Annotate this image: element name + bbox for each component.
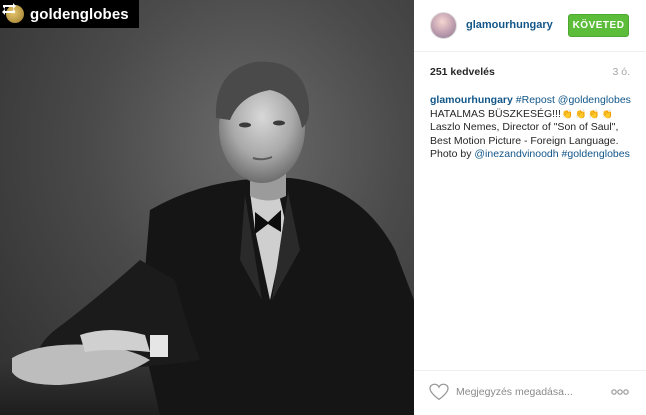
clap-emoji: 👏 [588, 108, 600, 119]
likes-count[interactable]: 251 kedvelés [430, 66, 495, 78]
mention-goldenglobes[interactable]: @goldenglobes [558, 94, 631, 106]
comment-input[interactable] [456, 383, 606, 401]
clap-emoji: 👏 [601, 108, 613, 119]
badge-account-name: goldenglobes [30, 5, 129, 23]
post-caption: glamourhungary #Repost @goldenglobes HAT… [430, 94, 635, 162]
caption-username[interactable]: glamourhungary [430, 94, 513, 106]
post-stats: 251 kedvelés 3 ó. [430, 66, 630, 80]
mention-photographer[interactable]: @inezandvinoodh [474, 148, 558, 160]
avatar[interactable] [430, 12, 457, 39]
caption-photo-by: Photo by [430, 148, 472, 161]
more-options-icon[interactable] [610, 385, 630, 399]
caption-line-award: Best Motion Picture - Foreign Language. [430, 134, 619, 147]
heart-icon[interactable] [429, 383, 449, 401]
repost-icon [2, 3, 16, 15]
repost-badge: goldenglobes [0, 0, 139, 28]
clap-emoji: 👏 [575, 108, 587, 119]
portrait-image [0, 61, 414, 415]
following-button[interactable]: KÖVETED [568, 14, 629, 37]
comment-bar [414, 370, 646, 415]
caption-exclamation: HATALMAS BÜSZKESÉG!!! [430, 107, 561, 120]
post-header: glamourhungary KÖVETED [414, 0, 646, 52]
clap-emoji: 👏 [561, 108, 574, 119]
hashtag-goldenglobes[interactable]: #goldenglobes [562, 148, 630, 160]
caption-line-director: Laszlo Nemes, Director of "Son of Saul", [430, 121, 619, 134]
post-photo[interactable]: goldenglobes [0, 0, 414, 415]
username-link[interactable]: glamourhungary [466, 19, 553, 31]
post-time[interactable]: 3 ó. [612, 66, 630, 78]
post-panel: glamourhungary KÖVETED 251 kedvelés 3 ó.… [414, 0, 646, 415]
hashtag-repost[interactable]: #Repost [516, 94, 555, 106]
